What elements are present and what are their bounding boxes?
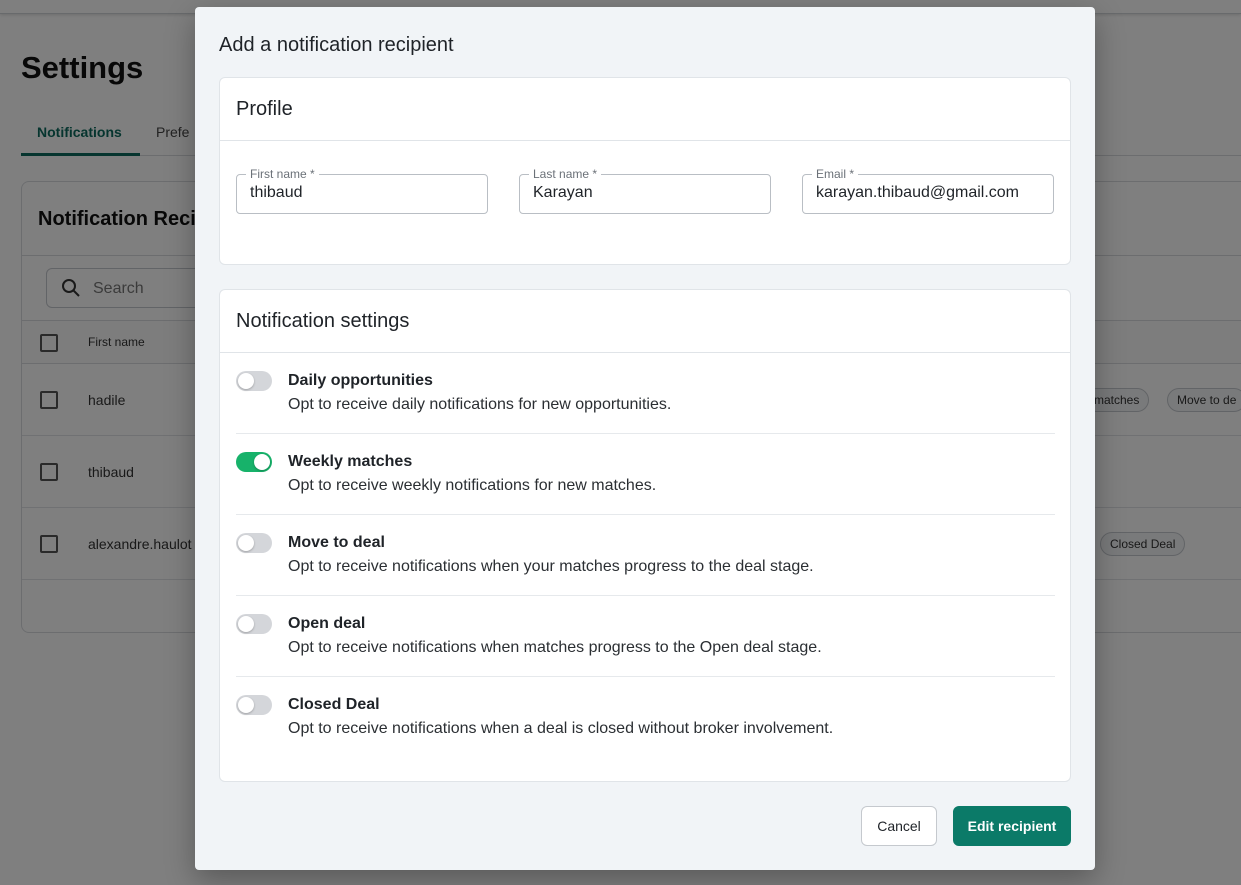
notification-option-description: Opt to receive daily notifications for n… (288, 396, 672, 413)
toggle-knob (238, 616, 254, 632)
toggle-knob (254, 454, 270, 470)
first-name-input[interactable] (250, 184, 480, 202)
move-to-deal-toggle[interactable] (236, 533, 272, 553)
add-recipient-dialog: Add a notification recipient Profile Fir… (195, 7, 1095, 870)
notification-option-open-deal: Open deal Opt to receive notifications w… (236, 596, 1055, 677)
notification-settings-section: Notification settings Daily opportunitie… (219, 289, 1071, 782)
edit-recipient-button[interactable]: Edit recipient (953, 806, 1071, 846)
notification-option-description: Opt to receive notifications when matche… (288, 639, 822, 656)
notification-option-description: Opt to receive notifications when your m… (288, 558, 814, 575)
email-field[interactable]: Email * (802, 167, 1054, 214)
notification-option-weekly-matches: Weekly matches Opt to receive weekly not… (236, 434, 1055, 515)
profile-section: Profile First name * Last name * Email * (219, 77, 1071, 265)
notification-option-description: Opt to receive notifications when a deal… (288, 720, 834, 737)
first-name-field[interactable]: First name * (236, 167, 488, 214)
notification-option-title: Closed Deal (288, 696, 380, 713)
dialog-title: Add a notification recipient (219, 34, 454, 56)
toggle-knob (238, 535, 254, 551)
email-input[interactable] (816, 184, 1046, 202)
notification-option-description: Opt to receive weekly notifications for … (288, 477, 657, 494)
notification-settings-heading: Notification settings (220, 290, 1070, 353)
last-name-input[interactable] (533, 184, 763, 202)
notification-option-title: Move to deal (288, 534, 385, 551)
toggle-knob (238, 373, 254, 389)
last-name-label: Last name * (529, 167, 602, 181)
notification-option-title: Open deal (288, 615, 366, 632)
notification-option-move-to-deal: Move to deal Opt to receive notification… (236, 515, 1055, 596)
closed-deal-toggle[interactable] (236, 695, 272, 715)
toggle-knob (238, 697, 254, 713)
first-name-label: First name * (246, 167, 319, 181)
email-label: Email * (812, 167, 859, 181)
notification-option-title: Daily opportunities (288, 372, 433, 389)
cancel-button[interactable]: Cancel (861, 806, 937, 846)
daily-opportunities-toggle[interactable] (236, 371, 272, 391)
notification-option-closed-deal: Closed Deal Opt to receive notifications… (236, 677, 1055, 758)
notification-option-daily-opportunities: Daily opportunities Opt to receive daily… (236, 353, 1055, 434)
open-deal-toggle[interactable] (236, 614, 272, 634)
notification-option-title: Weekly matches (288, 453, 413, 470)
weekly-matches-toggle[interactable] (236, 452, 272, 472)
last-name-field[interactable]: Last name * (519, 167, 771, 214)
profile-heading: Profile (220, 78, 1070, 141)
